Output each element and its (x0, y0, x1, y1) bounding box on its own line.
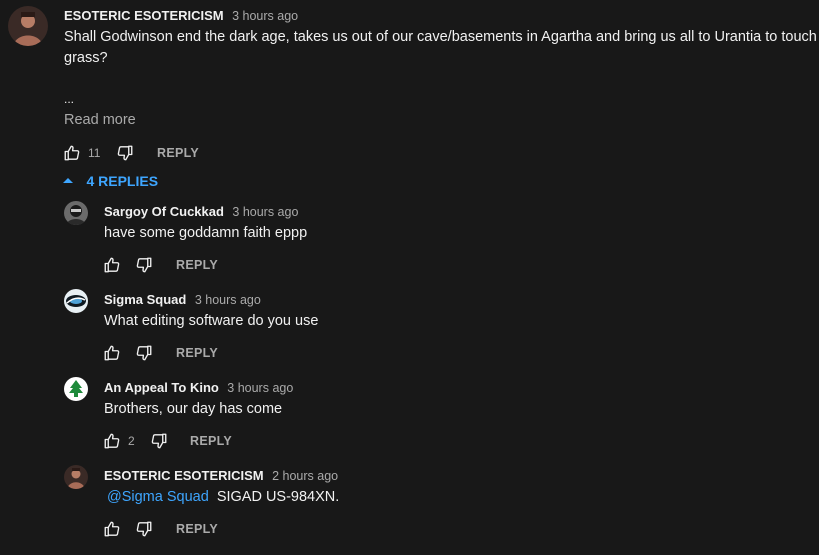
thumb-up-icon[interactable] (103, 520, 121, 538)
like-count: 2 (128, 434, 135, 448)
avatar[interactable] (64, 377, 88, 401)
reply-author[interactable]: Sigma Squad (104, 292, 186, 307)
comment-timestamp[interactable]: 3 hours ago (232, 9, 298, 23)
reply-button[interactable]: REPLY (176, 258, 218, 272)
reply-text: Brothers, our day has come (104, 401, 283, 417)
reply-button[interactable]: REPLY (157, 146, 199, 160)
reply-text: What editing software do you use (104, 313, 319, 329)
reply-timestamp[interactable]: 3 hours ago (232, 205, 298, 219)
thumb-up-icon[interactable] (103, 344, 121, 362)
reply-button[interactable]: REPLY (176, 522, 218, 536)
avatar[interactable] (8, 6, 48, 46)
comment-text-line: grass? (64, 50, 108, 66)
read-more-button[interactable]: Read more (64, 112, 136, 128)
comment-text: Shall Godwinson end the dark age, takes … (64, 27, 817, 69)
comment-text-line: Shall Godwinson end the dark age, takes … (64, 29, 817, 45)
like-count: 11 (88, 146, 101, 160)
mention-link[interactable]: @Sigma Squad (107, 489, 209, 505)
avatar[interactable] (64, 201, 88, 225)
thumb-up-icon[interactable] (63, 144, 81, 162)
reply-timestamp[interactable]: 3 hours ago (227, 381, 293, 395)
replies-toggle-button[interactable]: 4 REPLIES (62, 172, 158, 190)
reply-text: have some goddamn faith eppp (104, 225, 308, 241)
chevron-up-icon (62, 175, 74, 187)
avatar[interactable] (64, 465, 88, 489)
thumb-down-icon[interactable] (135, 256, 153, 274)
reply-text: @Sigma Squad SIGAD US-984XN. (104, 487, 339, 508)
comment-ellipsis: ... (64, 92, 75, 106)
reply-text-content: SIGAD US-984XN. (216, 489, 340, 505)
reply-button[interactable]: REPLY (176, 346, 218, 360)
reply-author[interactable]: An Appeal To Kino (104, 380, 219, 395)
thumb-down-icon[interactable] (150, 432, 168, 450)
replies-count-label: 4 REPLIES (86, 172, 159, 189)
reply-author[interactable]: ESOTERIC ESOTERICISM (104, 468, 264, 483)
thumb-up-icon[interactable] (103, 256, 121, 274)
reply-button[interactable]: REPLY (190, 434, 232, 448)
thumb-down-icon[interactable] (116, 144, 134, 162)
reply-timestamp[interactable]: 3 hours ago (195, 293, 261, 307)
comment-author[interactable]: ESOTERIC ESOTERICISM (64, 8, 224, 23)
reply-timestamp[interactable]: 2 hours ago (272, 469, 338, 483)
thumb-down-icon[interactable] (135, 520, 153, 538)
avatar[interactable] (64, 289, 88, 313)
thumb-up-icon[interactable] (103, 432, 121, 450)
reply-author[interactable]: Sargoy Of Cuckkad (104, 204, 224, 219)
thumb-down-icon[interactable] (135, 344, 153, 362)
